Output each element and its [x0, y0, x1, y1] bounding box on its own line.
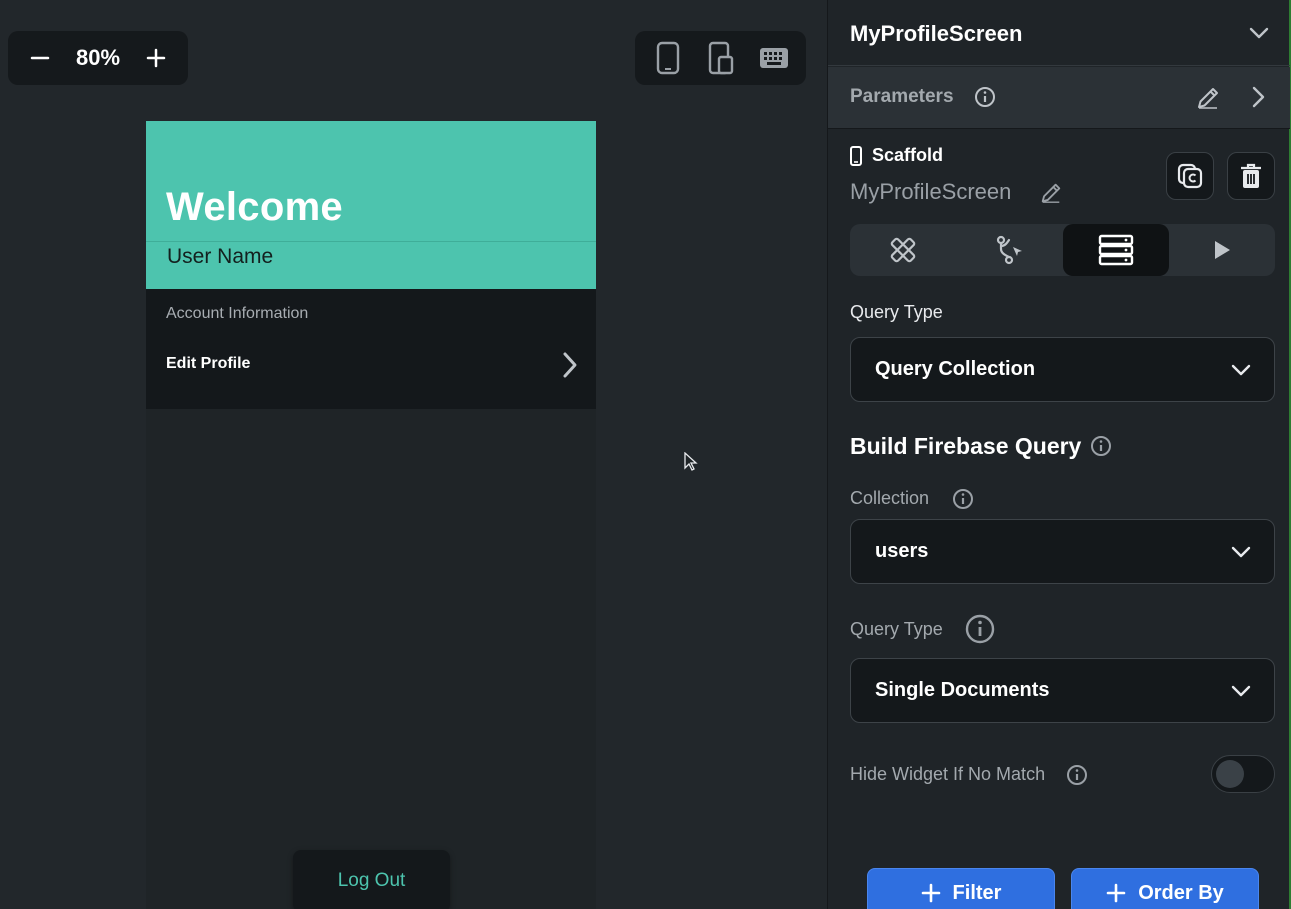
chevron-down-icon	[1231, 364, 1251, 376]
widget-type-row: Scaffold	[850, 145, 943, 166]
account-section: Account Information Edit Profile	[146, 289, 596, 409]
info-icon[interactable]	[974, 86, 996, 108]
header-divider	[146, 241, 596, 242]
query-type-value-2: Single Documents	[875, 679, 1050, 701]
play-icon	[1214, 241, 1230, 259]
single-documents-dropdown[interactable]: Single Documents	[850, 658, 1275, 723]
widget-name: MyProfileScreen	[850, 179, 1012, 204]
query-type-label-2: Query Type	[850, 619, 943, 639]
tab-backend-query[interactable]	[1062, 224, 1169, 276]
plus-icon	[146, 48, 166, 68]
zoom-in-button[interactable]	[136, 38, 176, 78]
query-type-dropdown[interactable]: Query Collection	[850, 337, 1275, 402]
info-icon[interactable]	[1066, 764, 1088, 786]
zoom-level: 80%	[75, 45, 121, 70]
backend-query-icon	[1098, 234, 1133, 266]
device-toolbar	[635, 31, 806, 85]
copy-icon	[1177, 163, 1203, 189]
properties-icon	[890, 237, 916, 263]
tablet-view-button[interactable]	[699, 36, 743, 80]
edit-profile-row[interactable]: Edit Profile	[146, 339, 596, 391]
info-icon[interactable]	[952, 488, 974, 510]
zoom-out-button[interactable]	[20, 38, 60, 78]
edit-profile-label: Edit Profile	[166, 355, 251, 372]
widget-type-label: Scaffold	[872, 145, 944, 165]
logout-button[interactable]: Log Out	[293, 850, 450, 909]
mouse-cursor-icon	[684, 452, 698, 471]
parameters-row[interactable]: Parameters	[828, 67, 1290, 129]
welcome-heading: Welcome	[166, 185, 343, 229]
chevron-down-icon	[1249, 27, 1269, 39]
add-filter-button[interactable]: Filter	[867, 868, 1055, 909]
profile-header: Welcome User Name	[146, 121, 596, 289]
screen-title: MyProfileScreen	[850, 21, 1023, 46]
phone-preview: Welcome User Name Account Information Ed…	[146, 121, 596, 909]
tablet-icon	[708, 41, 733, 75]
pencil-icon[interactable]	[1195, 85, 1221, 111]
properties-panel: MyProfileScreen Parameters Scaffold MyPr…	[827, 0, 1291, 909]
account-information-label: Account Information	[166, 305, 309, 322]
collection-value: users	[875, 540, 929, 562]
plus-icon	[1106, 883, 1126, 903]
plus-icon	[921, 883, 940, 903]
info-icon[interactable]	[1090, 435, 1112, 457]
panel-tabs	[850, 224, 1275, 276]
toggle-knob	[1216, 760, 1244, 788]
collection-dropdown[interactable]: users	[850, 519, 1275, 584]
phone-icon	[656, 41, 679, 75]
screen-selector[interactable]: MyProfileScreen	[828, 0, 1290, 66]
actions-icon	[997, 235, 1023, 265]
tab-actions[interactable]	[956, 224, 1062, 276]
chevron-down-icon	[1231, 546, 1251, 558]
collection-label: Collection	[850, 488, 930, 508]
user-name-text: User Name	[167, 245, 274, 268]
copy-widget-button[interactable]	[1166, 152, 1214, 200]
info-icon[interactable]	[964, 613, 996, 645]
chevron-right-icon[interactable]	[1246, 85, 1270, 109]
chevron-down-icon	[1231, 685, 1251, 697]
build-query-heading: Build Firebase Query	[850, 433, 1082, 459]
tab-properties[interactable]	[850, 224, 956, 276]
parameters-label: Parameters	[850, 86, 954, 107]
tab-run[interactable]	[1169, 224, 1275, 276]
delete-widget-button[interactable]	[1227, 152, 1275, 200]
minus-icon	[30, 56, 50, 60]
hide-widget-toggle[interactable]	[1211, 755, 1275, 793]
add-order-by-button[interactable]: Order By	[1071, 868, 1259, 909]
query-type-value: Query Collection	[875, 358, 1036, 380]
filter-label: Filter	[952, 881, 1002, 904]
order-by-label: Order By	[1138, 881, 1224, 904]
hide-widget-label: Hide Widget If No Match	[850, 764, 1046, 784]
keyboard-view-button[interactable]	[752, 36, 796, 80]
query-type-label: Query Type	[850, 302, 943, 322]
pencil-icon[interactable]	[1039, 181, 1063, 205]
phone-view-button[interactable]	[646, 36, 690, 80]
chevron-right-icon	[563, 352, 577, 378]
phone-icon	[850, 145, 862, 166]
keyboard-icon	[759, 48, 788, 68]
zoom-control: 80%	[8, 31, 188, 85]
trash-icon	[1241, 163, 1261, 188]
